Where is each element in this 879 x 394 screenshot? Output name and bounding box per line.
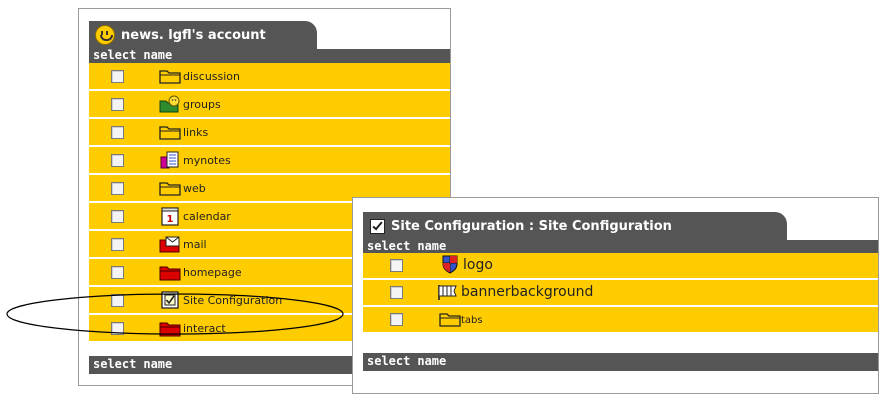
- select-column-header: select: [367, 239, 411, 253]
- list-item-links: links: [89, 119, 450, 145]
- select-checkbox[interactable]: [111, 210, 124, 223]
- select-column-footer: select: [367, 354, 411, 368]
- list-item-tabs: tabs: [363, 307, 878, 332]
- folder-icon[interactable]: [159, 179, 181, 197]
- name-column-footer: name: [143, 357, 173, 371]
- list-item-bannerbackground: bannerbackground: [363, 280, 878, 305]
- folder-icon[interactable]: [439, 310, 461, 328]
- item-label[interactable]: groups: [183, 98, 221, 111]
- item-label[interactable]: mail: [183, 238, 207, 251]
- item-label[interactable]: calendar: [183, 210, 231, 223]
- select-checkbox[interactable]: [111, 126, 124, 139]
- account-tab-title: news. lgfl's account: [121, 27, 266, 43]
- select-checkbox[interactable]: [111, 322, 124, 335]
- select-checkbox[interactable]: [390, 259, 403, 272]
- item-label[interactable]: bannerbackground: [461, 284, 593, 300]
- site-config-icon: [370, 218, 385, 234]
- site-configuration-tab-title: Site Configuration : Site Configuration: [391, 218, 672, 234]
- site-configuration-tab[interactable]: Site Configuration : Site Configuration: [363, 212, 787, 240]
- calendar-icon[interactable]: 1: [159, 207, 181, 226]
- list-item-logo: logo: [363, 253, 878, 278]
- group-icon[interactable]: [159, 95, 181, 113]
- shield-icon[interactable]: [439, 255, 461, 274]
- list-item-mynotes: mynotes: [89, 147, 450, 173]
- folder-icon[interactable]: [159, 67, 181, 85]
- item-label[interactable]: interact: [183, 322, 226, 335]
- select-column-header: select: [93, 48, 137, 62]
- name-column-header: name: [143, 48, 173, 62]
- calendar-day: 1: [167, 214, 174, 225]
- item-label[interactable]: discussion: [183, 70, 240, 83]
- list-item-discussion: discussion: [89, 63, 450, 89]
- name-column-footer: name: [417, 354, 447, 368]
- folder-icon[interactable]: [159, 123, 181, 141]
- red-folder-icon[interactable]: [159, 319, 181, 337]
- notes-icon[interactable]: [159, 151, 181, 169]
- select-checkbox[interactable]: [111, 182, 124, 195]
- item-label[interactable]: Site Configuration: [183, 294, 282, 307]
- select-checkbox[interactable]: [390, 313, 403, 326]
- select-checkbox[interactable]: [111, 98, 124, 111]
- select-checkbox[interactable]: [111, 294, 124, 307]
- item-label[interactable]: web: [183, 182, 206, 195]
- column-header: select name: [89, 49, 450, 63]
- site-config-icon[interactable]: [159, 291, 181, 309]
- column-footer: select name: [363, 353, 878, 371]
- select-checkbox[interactable]: [111, 266, 124, 279]
- site-configuration-panel: Site Configuration : Site Configuration …: [352, 197, 879, 394]
- select-checkbox[interactable]: [111, 238, 124, 251]
- item-label[interactable]: tabs: [461, 315, 483, 326]
- select-checkbox[interactable]: [390, 286, 403, 299]
- item-label[interactable]: logo: [463, 257, 493, 273]
- item-label[interactable]: homepage: [183, 266, 242, 279]
- column-header: select name: [363, 240, 878, 253]
- name-column-header: name: [417, 239, 447, 253]
- mail-icon[interactable]: [159, 235, 181, 253]
- smiley-icon: [95, 25, 115, 45]
- item-label[interactable]: mynotes: [183, 154, 231, 167]
- list-item-groups: groups: [89, 91, 450, 117]
- select-checkbox[interactable]: [111, 70, 124, 83]
- red-folder-icon[interactable]: [159, 263, 181, 281]
- banner-icon[interactable]: [437, 283, 459, 301]
- item-label[interactable]: links: [183, 126, 208, 139]
- account-tab[interactable]: news. lgfl's account: [89, 21, 317, 49]
- select-column-footer: select: [93, 357, 137, 371]
- item-list: logo bannerbackground tabs: [363, 253, 878, 334]
- select-checkbox[interactable]: [111, 154, 124, 167]
